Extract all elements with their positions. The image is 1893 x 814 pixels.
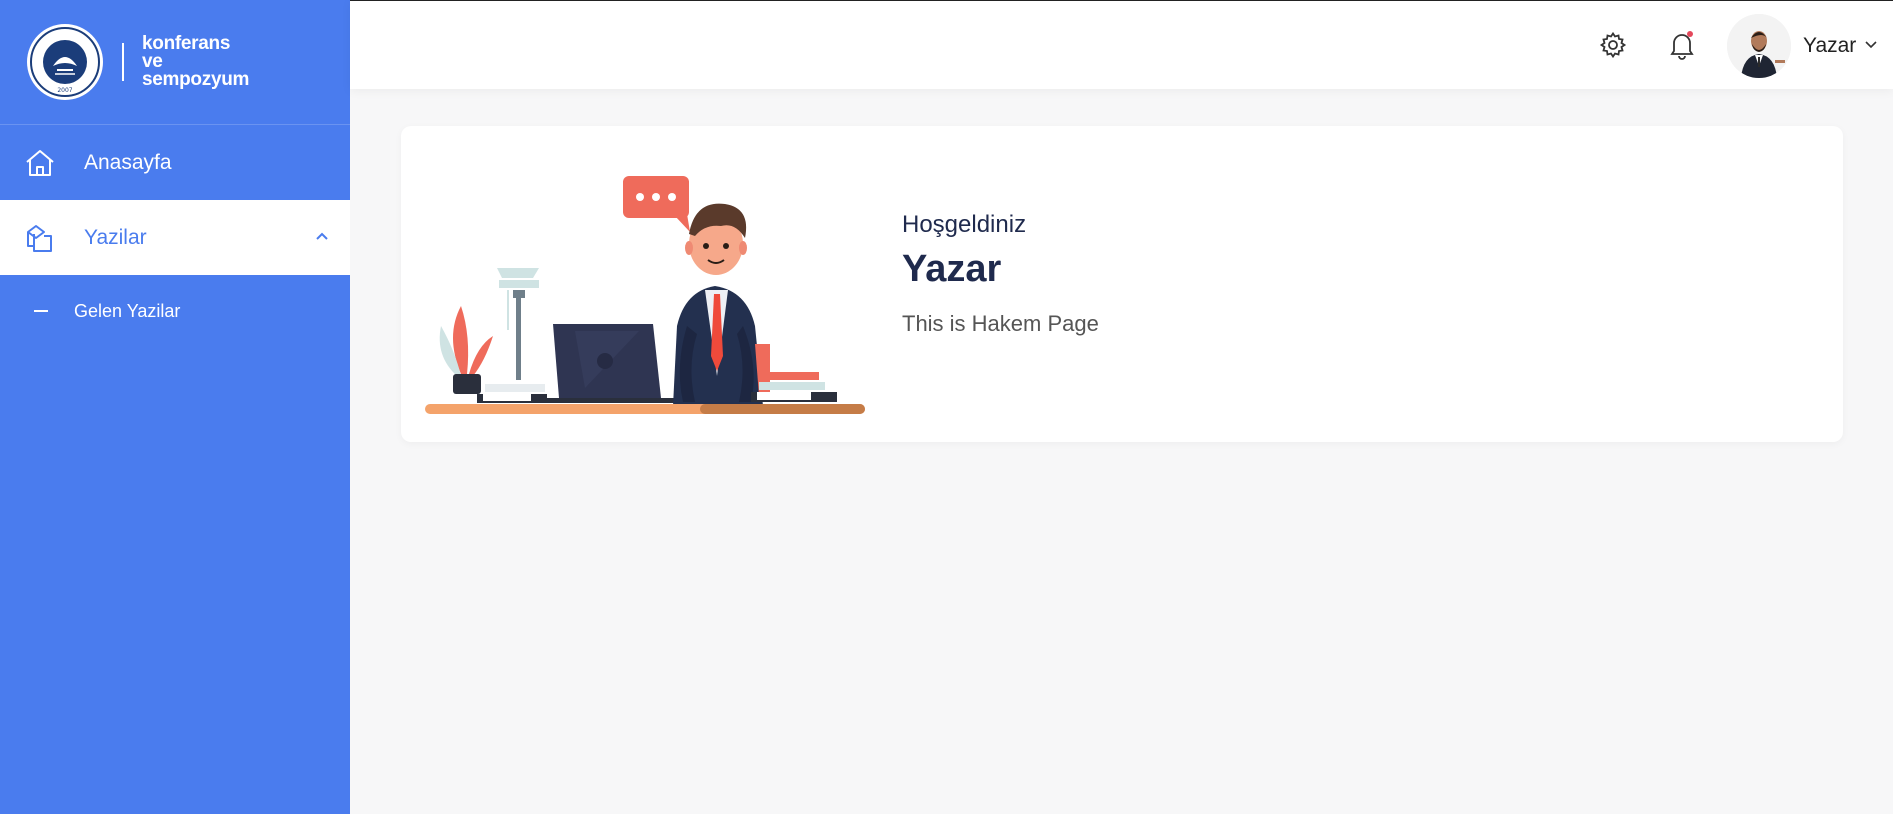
seal-year: 2007 <box>57 87 72 94</box>
university-seal-logo: 2007 <box>27 24 103 100</box>
brand[interactable]: 2007 konferans ve sempozyum <box>0 0 350 125</box>
chevron-down-icon[interactable] <box>1864 37 1878 56</box>
gear-icon[interactable] <box>1598 30 1628 60</box>
brand-title: konferans ve sempozyum <box>142 33 250 90</box>
welcome-text: Hoşgeldiniz <box>902 211 1027 238</box>
user-name[interactable]: Yazar <box>1803 34 1856 58</box>
office-illustration <box>425 166 865 416</box>
welcome-card: Hoşgeldiniz Yazar This is Hakem Page <box>401 126 1843 442</box>
sidebar-subitem-label: Gelen Yazilar <box>74 300 181 321</box>
notification-dot <box>1687 31 1693 37</box>
sidebar-item-anasayfa[interactable]: Anasayfa <box>0 125 350 200</box>
avatar[interactable] <box>1727 14 1791 78</box>
bell-icon[interactable] <box>1667 30 1697 60</box>
sidebar: 2007 konferans ve sempozyum Anasayfa Yaz… <box>0 0 350 814</box>
documents-icon <box>22 220 58 256</box>
brand-separator <box>122 43 124 81</box>
page-description: This is Hakem Page <box>902 311 1099 336</box>
home-icon <box>22 145 58 181</box>
sidebar-item-label: Anasayfa <box>84 150 172 174</box>
chevron-up-icon[interactable] <box>314 226 330 250</box>
topbar: Yazar <box>350 0 1893 89</box>
user-display-name: Yazar <box>902 248 1002 290</box>
dash-icon <box>34 310 48 312</box>
sidebar-subitem-gelen-yazilar[interactable]: Gelen Yazilar <box>0 275 350 347</box>
sidebar-item-label: Yazilar <box>84 225 147 249</box>
sidebar-item-yazilar[interactable]: Yazilar <box>0 200 350 275</box>
